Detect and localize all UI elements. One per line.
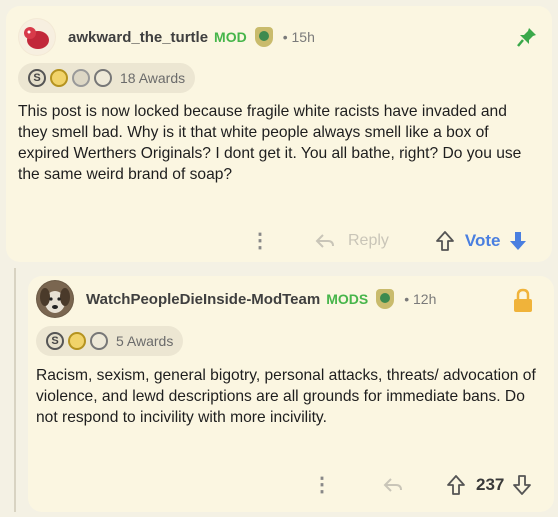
more-options-icon[interactable]: ⋮ — [250, 228, 270, 253]
timestamp: • 12h — [404, 291, 437, 307]
silver-award-icon: S — [28, 69, 46, 87]
awards-bar[interactable]: S 18 Awards — [18, 63, 196, 93]
reply-button[interactable]: Reply — [314, 232, 389, 250]
gold-award-icon — [68, 332, 86, 350]
post-actions: ⋮ Reply Vote — [250, 228, 528, 253]
silver-award-icon: S — [46, 332, 64, 350]
downvote-icon[interactable] — [512, 474, 532, 496]
gold-award-icon — [50, 69, 68, 87]
awards-count: 5 Awards — [116, 333, 174, 349]
pin-icon — [517, 28, 536, 47]
vote-label: Vote — [464, 230, 501, 250]
username[interactable]: WatchPeopleDieInside-ModTeam — [86, 291, 320, 308]
more-options-icon[interactable]: ⋮ — [312, 472, 332, 497]
reply-card: WatchPeopleDieInside-ModTeam MODS • 12h … — [28, 276, 554, 512]
mod-shield-icon — [376, 289, 395, 309]
upvote-icon[interactable] — [446, 474, 466, 496]
reply-header: WatchPeopleDieInside-ModTeam MODS • 12h — [36, 280, 436, 318]
turtle-avatar-icon — [19, 19, 55, 55]
mod-shield-icon — [254, 27, 273, 47]
thread-line — [14, 268, 16, 512]
reply-button[interactable] — [382, 476, 404, 494]
avatar[interactable] — [18, 18, 56, 56]
downvote-icon[interactable] — [508, 230, 528, 252]
clock-award-icon — [94, 69, 112, 87]
avatar[interactable] — [36, 280, 74, 318]
awards-count: 18 Awards — [120, 70, 186, 86]
post-header: awkward_the_turtle MOD • 15h — [18, 18, 315, 56]
ghost-award-icon — [72, 69, 90, 87]
reply-actions: ⋮ 237 — [312, 472, 532, 497]
reply-arrow-icon — [383, 477, 402, 492]
reply-arrow-icon — [315, 233, 334, 248]
post-body: This post is now locked because fragile … — [18, 103, 522, 183]
reply-label: Reply — [348, 231, 389, 249]
post-card: awkward_the_turtle MOD • 15h S 18 Awards… — [6, 6, 552, 262]
clock-award-icon — [90, 332, 108, 350]
awards-bar[interactable]: S 5 Awards — [36, 326, 184, 356]
upvote-icon[interactable] — [435, 230, 455, 252]
score: 237 — [476, 474, 505, 494]
mod-tag: MOD — [214, 29, 247, 45]
lock-icon — [514, 288, 532, 312]
mod-tag: MODS — [326, 291, 369, 307]
username[interactable]: awkward_the_turtle — [68, 29, 208, 46]
timestamp: • 15h — [282, 29, 315, 45]
dog-avatar-icon — [37, 281, 73, 317]
reply-body: Racism, sexism, general bigotry, persona… — [36, 367, 536, 426]
